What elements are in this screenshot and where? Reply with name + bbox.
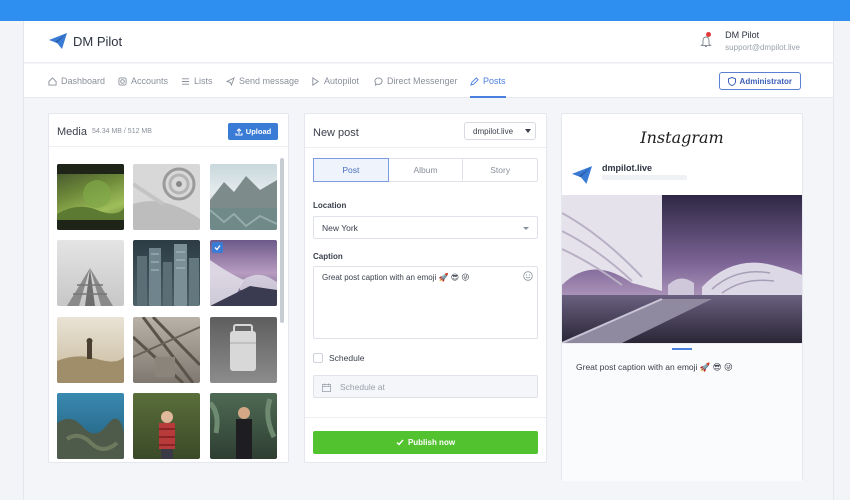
new-post-panel: New post dmpilot.live Post Album Story L… [304, 113, 547, 463]
instagram-preview-panel: Instagram dmpilot.live Great post captio… [561, 113, 803, 481]
nav-posts-label: Posts [483, 76, 506, 86]
nav-dashboard[interactable]: Dashboard [48, 64, 105, 98]
preview-location-placeholder [602, 175, 687, 180]
nav-dashboard-label: Dashboard [61, 76, 106, 86]
tab-story[interactable]: Story [463, 159, 537, 181]
brand[interactable]: DM Pilot [49, 33, 122, 49]
caption-label: Caption [313, 252, 343, 261]
home-icon [48, 76, 57, 86]
tab-post[interactable]: Post [313, 158, 389, 182]
schedule-at-placeholder: Schedule at [340, 381, 385, 392]
nav-send-message[interactable]: Send message [226, 64, 299, 98]
media-thumbnail-3[interactable] [210, 164, 277, 230]
carousel-indicator [672, 348, 692, 350]
media-thumbnail-6-selected[interactable] [210, 240, 277, 306]
chat-icon [374, 76, 383, 86]
media-header: Media 54.34 MB / 512 MB Upload [49, 114, 288, 147]
media-thumbnail-8[interactable] [133, 317, 200, 383]
divider [305, 417, 546, 418]
paper-plane-logo-icon [49, 33, 67, 49]
preview-username: dmpilot.live [602, 163, 653, 173]
checkmark-icon [396, 439, 404, 446]
account-select-value: dmpilot.live [473, 126, 514, 136]
upload-button[interactable]: Upload [228, 123, 278, 140]
media-thumbnail-2[interactable] [133, 164, 200, 230]
location-select-value: New York [322, 222, 358, 233]
preview-image [562, 195, 802, 343]
user-email: support@dmpilot.live [725, 43, 800, 52]
nav-lists-label: Lists [194, 76, 213, 86]
instagram-logo: Instagram [640, 128, 724, 147]
pencil-icon [470, 76, 479, 86]
nav-posts[interactable]: Posts [470, 64, 506, 98]
chevron-down-icon [523, 227, 529, 230]
media-scrollbar[interactable] [280, 158, 284, 323]
list-icon [181, 77, 190, 85]
app-header: DM Pilot DM Pilot support@dmpilot.live [24, 21, 833, 63]
nav-autopilot-label: Autopilot [324, 76, 360, 86]
shield-icon [727, 76, 736, 86]
paper-plane-avatar-icon [572, 166, 592, 184]
tab-album[interactable]: Album [389, 159, 464, 181]
calendar-icon [322, 383, 331, 392]
play-icon [312, 76, 320, 86]
upload-label: Upload [245, 127, 272, 136]
preview-caption: Great post caption with an emoji 🚀 😎 😜 [576, 362, 733, 372]
nav-direct-messenger[interactable]: Direct Messenger [374, 64, 458, 98]
media-thumbnail-5[interactable] [133, 240, 200, 306]
media-storage-usage: 54.34 MB / 512 MB [92, 128, 152, 135]
preview-footer: Great post caption with an emoji 🚀 😎 😜 [562, 343, 802, 481]
brand-name: DM Pilot [73, 33, 123, 49]
chevron-down-icon [525, 129, 531, 133]
divider [305, 147, 546, 148]
media-thumbnail-11[interactable] [133, 393, 200, 459]
smiley-icon[interactable] [523, 271, 533, 281]
nav-direct-messenger-label: Direct Messenger [387, 76, 458, 86]
schedule-label: Schedule [329, 353, 365, 363]
media-thumbnail-4[interactable] [57, 240, 124, 306]
send-icon [226, 76, 235, 86]
schedule-at-input[interactable]: Schedule at [313, 375, 538, 398]
caption-textarea[interactable]: Great post caption with an emoji 🚀 😎 😜 [313, 266, 538, 339]
administrator-button[interactable]: Administrator [718, 72, 801, 90]
media-title: Media [57, 126, 87, 138]
schedule-checkbox[interactable] [313, 353, 323, 363]
media-panel: Media 54.34 MB / 512 MB Upload [48, 113, 289, 463]
schedule-toggle[interactable]: Schedule [313, 353, 364, 363]
nav-accounts-label: Accounts [131, 76, 169, 86]
publish-now-label: Publish now [407, 438, 456, 447]
media-thumbnail-12[interactable] [210, 393, 277, 459]
publish-now-button[interactable]: Publish now [313, 431, 538, 454]
main-nav: Dashboard Accounts Lists Send message Au… [24, 64, 833, 98]
post-type-tabs: Post Album Story [313, 158, 538, 182]
user-menu[interactable]: DM Pilot support@dmpilot.live [725, 30, 800, 52]
media-thumbnail-9[interactable] [210, 317, 277, 383]
upload-icon [235, 127, 243, 135]
media-thumbnail-7[interactable] [57, 317, 124, 383]
new-post-title: New post [313, 127, 359, 139]
nav-accounts[interactable]: Accounts [118, 64, 168, 98]
location-select[interactable]: New York [313, 216, 538, 239]
notification-dot [706, 32, 711, 37]
app-window: DM Pilot DM Pilot support@dmpilot.live D… [23, 21, 834, 500]
instagram-icon [118, 76, 127, 86]
location-label: Location [313, 201, 347, 210]
selected-checkmark-icon[interactable] [212, 242, 223, 253]
top-accent-bar [0, 0, 850, 21]
account-select[interactable]: dmpilot.live [464, 122, 536, 140]
nav-lists[interactable]: Lists [181, 64, 213, 98]
notification-bell-icon[interactable] [700, 32, 712, 47]
media-thumbnail-10[interactable] [57, 393, 124, 459]
nav-autopilot[interactable]: Autopilot [311, 64, 359, 98]
caption-text: Great post caption with an emoji 🚀 😎 😜 [322, 273, 470, 282]
media-thumbnail-1[interactable] [57, 164, 124, 230]
administrator-label: Administrator [739, 76, 792, 86]
user-name: DM Pilot [725, 30, 760, 40]
nav-send-message-label: Send message [239, 76, 300, 86]
